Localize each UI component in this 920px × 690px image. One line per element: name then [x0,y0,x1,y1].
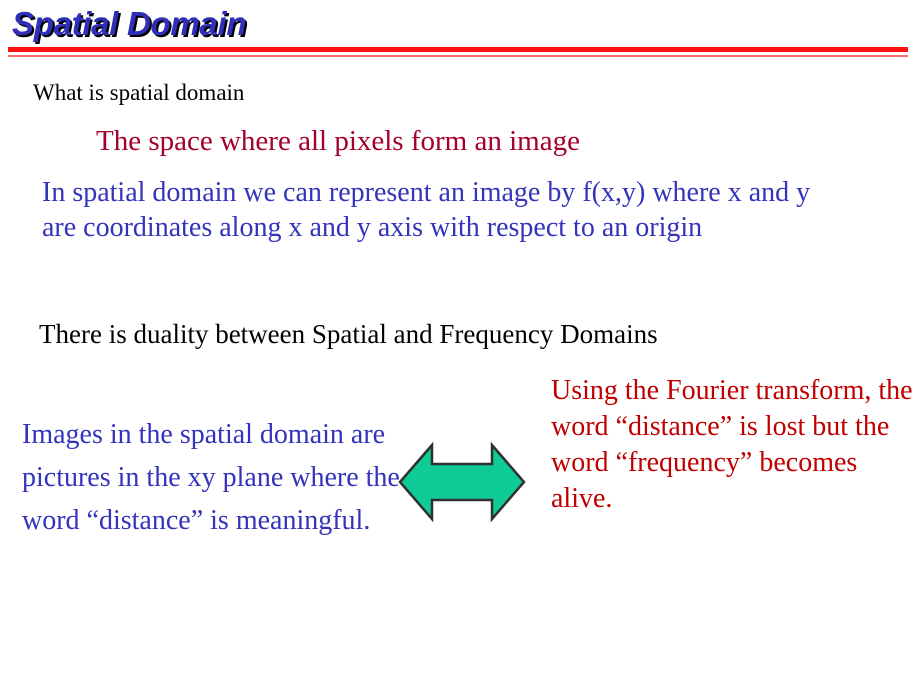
frequency-domain-paragraph: Using the Fourier transform, the word “d… [551,375,920,514]
representation-paragraph: In spatial domain we can represent an im… [42,177,818,243]
double-headed-arrow-svg [398,441,526,523]
title-divider-thin [8,55,908,57]
double-headed-arrow-icon [398,441,526,523]
heading-question: What is spatial domain [33,80,245,105]
title-divider-thick [8,47,908,52]
duality-statement: There is duality between Spatial and Fre… [39,319,658,349]
spatial-domain-paragraph: Images in the spatial domain are picture… [22,419,400,536]
arrow-shape [398,441,526,523]
slide-title: Spatial Domain [12,5,247,42]
definition-text: The space where all pixels form an image [96,125,580,157]
